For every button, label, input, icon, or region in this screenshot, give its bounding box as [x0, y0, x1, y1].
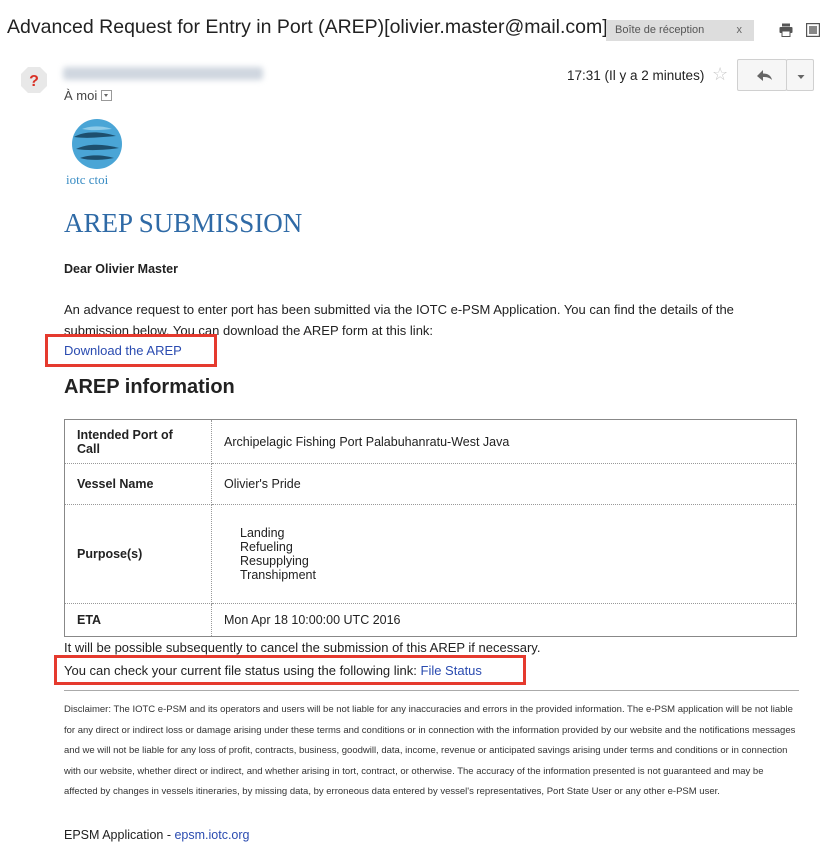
disclaimer: Disclaimer: The IOTC e-PSM and its opera… [64, 704, 796, 798]
eta-value: Mon Apr 18 10:00:00 UTC 2016 [211, 603, 797, 637]
inbox-label-text: Boîte de réception [615, 24, 705, 36]
new-window-icon[interactable] [806, 23, 820, 37]
purpose-item: Refueling [240, 540, 293, 554]
details-dropdown-icon[interactable] [101, 90, 113, 101]
section-title: AREP information [64, 376, 235, 398]
reply-button[interactable] [737, 59, 787, 91]
cancel-note: It will be possible subsequently to canc… [64, 640, 541, 655]
purpose-value: Landing Refueling Resupplying Transhipme… [211, 504, 797, 604]
more-options-button[interactable] [786, 59, 814, 91]
recipient-label: À moi [64, 88, 98, 103]
highlight-box-download [45, 334, 217, 367]
star-icon[interactable]: ☆ [712, 64, 728, 85]
footer-text: EPSM Application - [64, 828, 175, 842]
port-label: Intended Port of Call [64, 419, 212, 464]
divider [64, 690, 799, 691]
vessel-value: Olivier's Pride [211, 463, 797, 505]
purpose-item: Transhipment [240, 568, 316, 582]
epsm-website-link[interactable]: epsm.iotc.org [174, 828, 249, 842]
chevron-down-icon [797, 75, 805, 79]
table-row: Vessel Name Olivier's Pride [64, 463, 797, 505]
svg-text:?: ? [29, 73, 39, 90]
purpose-list: Landing Refueling Resupplying Transhipme… [224, 526, 784, 582]
sender-address-redacted [63, 67, 263, 80]
email-subject: Advanced Request for Entry in Port (AREP… [7, 16, 608, 38]
purpose-label: Purpose(s) [64, 504, 212, 604]
greeting: Dear Olivier Master [64, 262, 178, 276]
highlight-box-file-status [54, 655, 526, 685]
page-title: AREP SUBMISSION [64, 208, 303, 238]
port-value: Archipelagic Fishing Port Palabuhanratu-… [211, 419, 797, 464]
recipient-line[interactable]: À moi [64, 88, 113, 103]
print-icon[interactable] [779, 23, 793, 37]
table-row: ETA Mon Apr 18 10:00:00 UTC 2016 [64, 603, 797, 637]
table-row: Intended Port of Call Archipelagic Fishi… [64, 419, 797, 464]
eta-label: ETA [64, 603, 212, 637]
inbox-label-chip[interactable]: Boîte de réception x [606, 20, 754, 41]
footer: EPSM Application - epsm.iotc.org [64, 828, 250, 842]
logo-caption: iotc ctoi [66, 172, 109, 187]
email-header: Advanced Request for Entry in Port (AREP… [0, 0, 836, 52]
purpose-item: Landing [240, 526, 285, 540]
vessel-label: Vessel Name [64, 463, 212, 505]
email-timestamp: 17:31 (Il y a 2 minutes) [567, 68, 705, 83]
table-row: Purpose(s) Landing Refueling Resupplying… [64, 504, 797, 604]
sender-avatar-icon: ? [21, 67, 47, 93]
arep-info-table: Intended Port of Call Archipelagic Fishi… [64, 419, 797, 637]
remove-label-button[interactable]: x [737, 20, 743, 41]
purpose-item: Resupplying [240, 554, 309, 568]
reply-icon [757, 70, 772, 81]
